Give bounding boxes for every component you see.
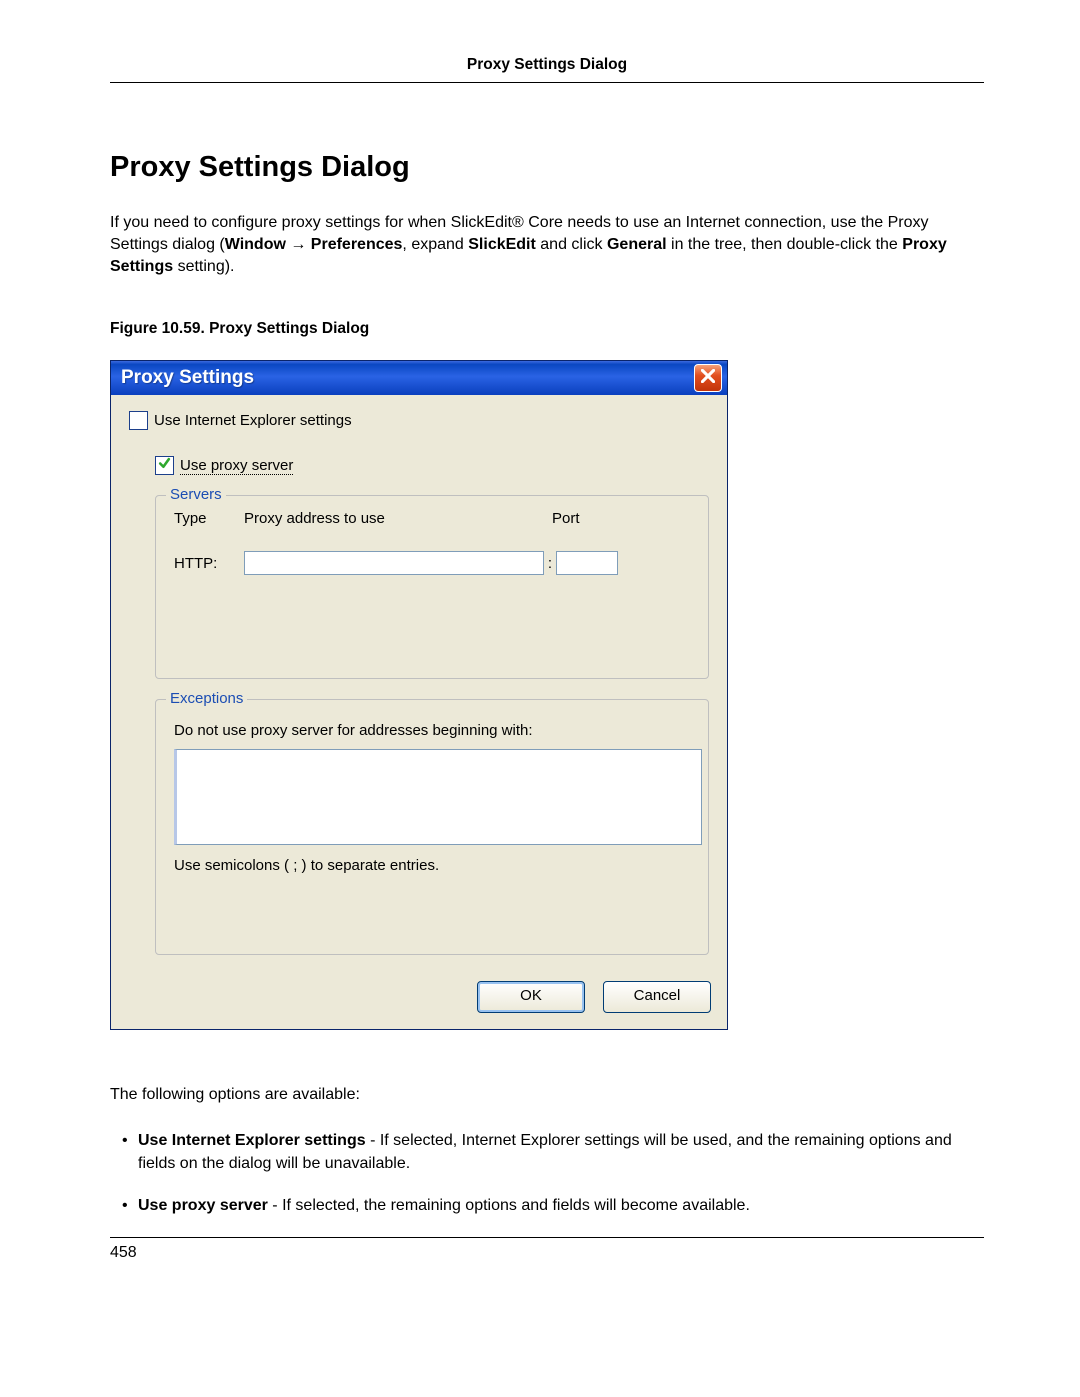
servers-group: Servers Type Proxy address to use Port H… xyxy=(155,495,709,679)
col-port: Port xyxy=(552,510,618,527)
text: and click xyxy=(536,236,607,253)
list-item: Use proxy server - If selected, the rema… xyxy=(122,1195,984,1217)
use-ie-checkbox[interactable] xyxy=(129,411,148,430)
colon-separator: : xyxy=(544,555,556,572)
ok-button[interactable]: OK xyxy=(477,981,585,1013)
http-port-input[interactable] xyxy=(556,551,618,575)
section-heading: Proxy Settings Dialog xyxy=(110,151,984,184)
exceptions-instruction: Do not use proxy server for addresses be… xyxy=(174,722,692,739)
page-header: Proxy Settings Dialog xyxy=(110,56,984,83)
proxy-settings-dialog: Proxy Settings Use Internet Explorer set… xyxy=(110,360,728,1030)
text: , expand xyxy=(402,236,468,253)
figure-caption: Figure 10.59. Proxy Settings Dialog xyxy=(110,320,984,338)
menu-preferences: Preferences xyxy=(311,236,403,253)
options-intro: The following options are available: xyxy=(110,1086,984,1104)
page-number: 458 xyxy=(110,1244,137,1261)
tree-slickedit: SlickEdit xyxy=(468,236,536,253)
opt-use-ie: Use Internet Explorer settings xyxy=(138,1132,366,1149)
exceptions-legend: Exceptions xyxy=(166,690,247,707)
text: in the tree, then double-click the xyxy=(667,236,903,253)
col-address: Proxy address to use xyxy=(244,510,544,527)
servers-legend: Servers xyxy=(166,486,226,503)
options-list: Use Internet Explorer settings - If sele… xyxy=(110,1130,984,1217)
cancel-button[interactable]: Cancel xyxy=(603,981,711,1013)
close-icon xyxy=(701,369,715,388)
exceptions-group: Exceptions Do not use proxy server for a… xyxy=(155,699,709,955)
use-proxy-checkbox[interactable] xyxy=(155,456,174,475)
menu-window: Window xyxy=(225,236,286,253)
text: setting). xyxy=(173,258,234,275)
http-address-input[interactable] xyxy=(244,551,544,575)
list-item: Use Internet Explorer settings - If sele… xyxy=(122,1130,984,1175)
col-type: Type xyxy=(174,510,244,527)
exceptions-hint: Use semicolons ( ; ) to separate entries… xyxy=(174,857,692,874)
opt-use-proxy: Use proxy server xyxy=(138,1197,268,1214)
titlebar: Proxy Settings xyxy=(111,361,727,395)
check-icon xyxy=(158,457,171,474)
close-button[interactable] xyxy=(694,364,722,392)
registered-mark: ® xyxy=(512,214,524,231)
text: If you need to configure proxy settings … xyxy=(110,214,512,231)
arrow: → xyxy=(286,236,311,253)
text: - If selected, the remaining options and… xyxy=(268,1197,750,1214)
dialog-title: Proxy Settings xyxy=(121,367,254,389)
use-ie-label: Use Internet Explorer settings xyxy=(154,412,352,429)
page-footer: 458 xyxy=(110,1237,984,1262)
row-http-label: HTTP: xyxy=(174,555,244,572)
tree-general: General xyxy=(607,236,667,253)
exceptions-textarea[interactable] xyxy=(174,749,702,845)
use-proxy-label: Use proxy server xyxy=(180,457,293,475)
intro-paragraph: If you need to configure proxy settings … xyxy=(110,212,984,278)
